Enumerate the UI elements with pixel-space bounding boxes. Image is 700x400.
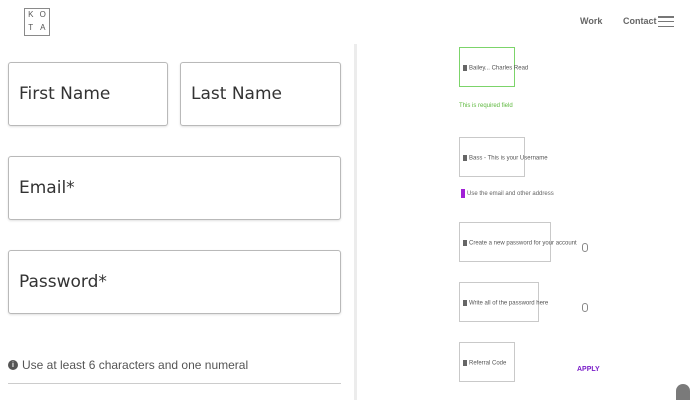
logo-letter-a: A (40, 23, 46, 32)
purple-marker-icon (461, 189, 465, 198)
preview-green-note: This is required field (459, 103, 513, 109)
preview-field-2[interactable]: Bass - This is your Username (459, 137, 548, 177)
preview-field-4-text: Write all of the password here (469, 300, 549, 307)
preview-field-3-text: Create a new password for your account (469, 240, 577, 247)
gift-icon (463, 360, 467, 366)
scroll-top-button[interactable] (676, 384, 690, 400)
password-hint: i Use at least 6 characters and one nume… (8, 358, 248, 372)
preview-field-5[interactable]: Referral Code (459, 342, 515, 382)
nav-work-link[interactable]: Work (580, 16, 602, 26)
logo-letter-k: K (28, 10, 34, 19)
hint-divider (8, 383, 341, 384)
nav-contact-link[interactable]: Contact (623, 16, 657, 26)
password-hint-text: Use at least 6 characters and one numera… (22, 358, 249, 372)
first-name-placeholder: First Name (19, 84, 111, 104)
preview-field-2-text: Bass - This is your Username (469, 155, 548, 162)
preview-field-5-text: Referral Code (469, 360, 507, 367)
email-field[interactable]: Email* (8, 156, 341, 220)
password-placeholder: Password* (19, 272, 107, 292)
last-name-field[interactable]: Last Name (180, 62, 341, 126)
email-placeholder: Email* (19, 178, 75, 198)
preview-field-3[interactable]: Create a new password for your account (459, 222, 577, 262)
password-field[interactable]: Password* (8, 250, 341, 314)
panel-divider (354, 44, 357, 400)
lock-icon (463, 240, 467, 246)
last-name-placeholder: Last Name (191, 84, 282, 104)
kota-logo[interactable]: K O T A (24, 8, 50, 36)
logo-letter-t: T (28, 23, 34, 32)
preview-purple-note: Use the email and other address (467, 191, 554, 198)
apply-button[interactable]: APPLY (577, 366, 600, 373)
preview-field-4[interactable]: Write all of the password here (459, 282, 548, 322)
preview-field-1-text: Bailey... Charles Read (469, 65, 529, 72)
preview-field-1[interactable]: Bailey... Charles Read (459, 47, 528, 87)
signup-page: K O T A Work Contact First Name Last Nam… (0, 0, 700, 400)
user-icon (463, 65, 467, 71)
hamburger-menu-icon[interactable] (658, 16, 674, 27)
site-header: K O T A Work Contact (0, 0, 700, 44)
eye-icon[interactable] (582, 303, 588, 312)
eye-icon[interactable] (582, 243, 588, 252)
first-name-field[interactable]: First Name (8, 62, 168, 126)
lock-icon (463, 300, 467, 306)
info-icon: i (8, 360, 18, 370)
logo-letter-o: O (39, 10, 47, 19)
mail-icon (463, 155, 467, 161)
